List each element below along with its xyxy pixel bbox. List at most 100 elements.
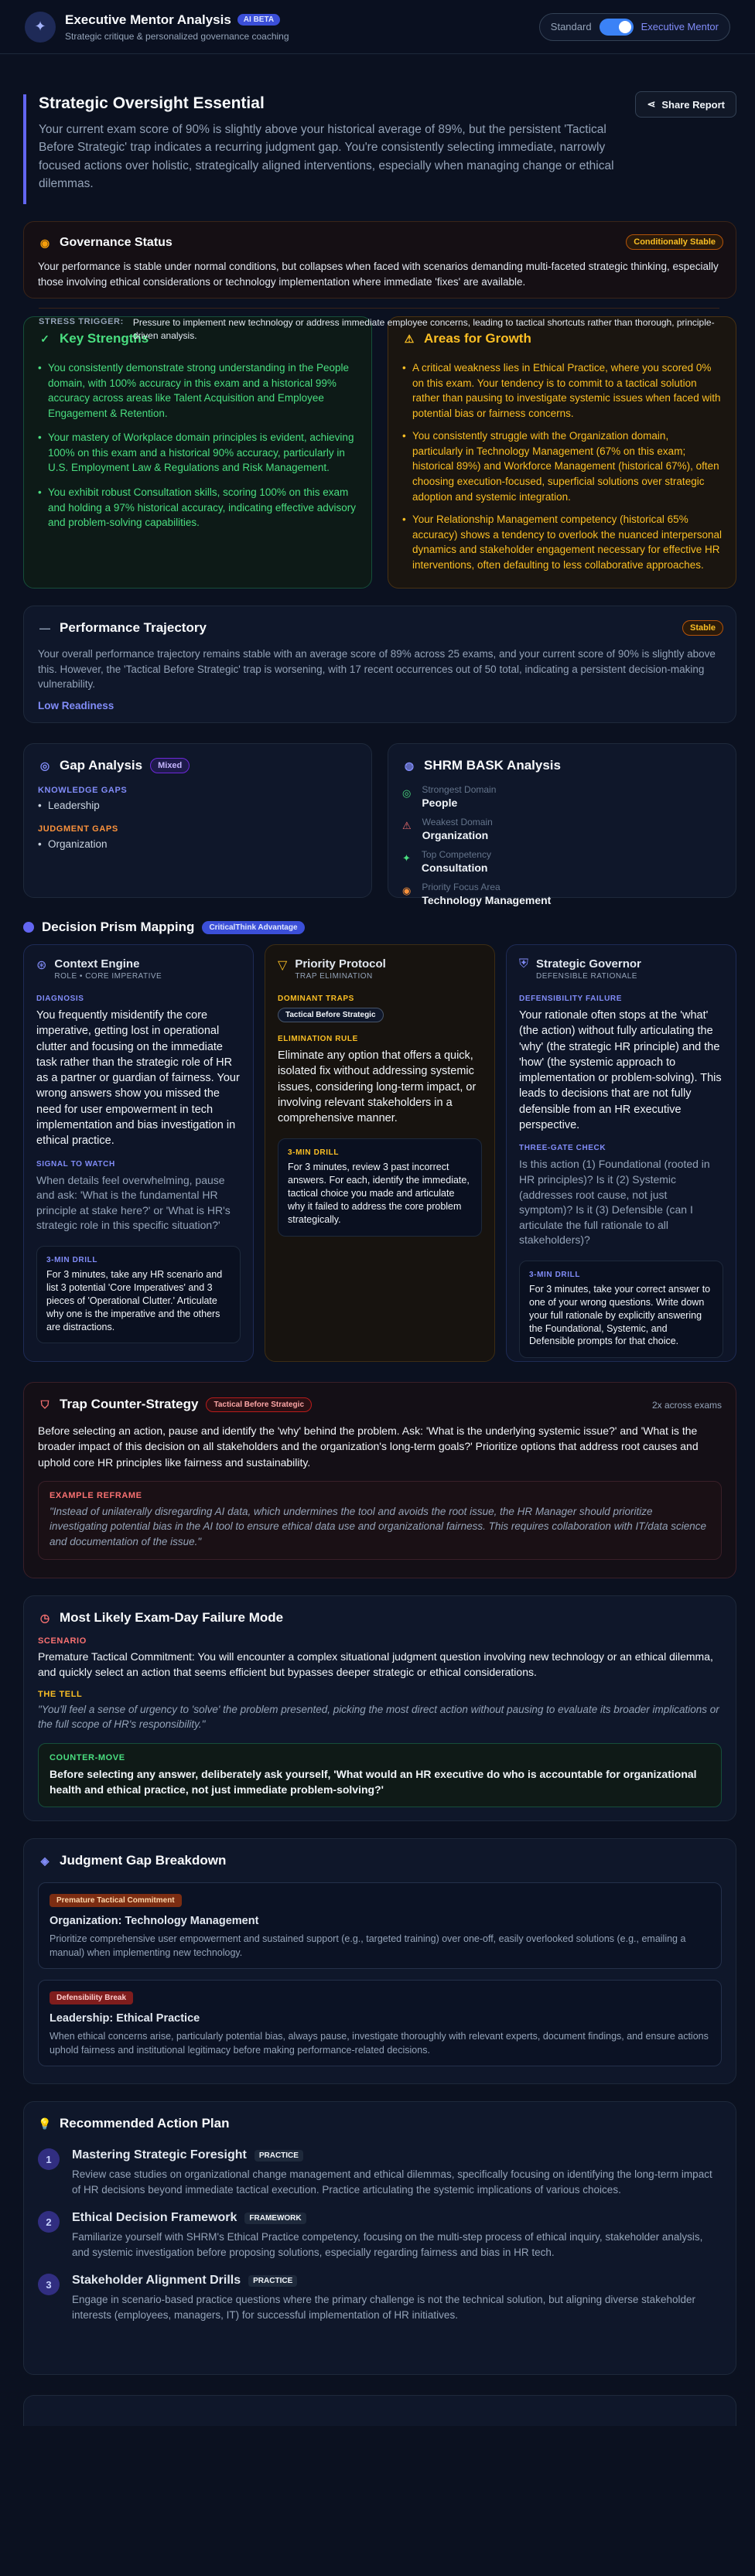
strongest-icon: ◎: [402, 787, 412, 799]
list-item: You consistently demonstrate strong unde…: [38, 360, 357, 421]
shield-icon: ◉: [39, 236, 50, 249]
trap-badge: Tactical Before Strategic: [206, 1397, 313, 1412]
signal-text: When details feel overwhelming, pause an…: [36, 1173, 231, 1232]
three-gate-label: THREE-GATE CHECK: [519, 1144, 606, 1153]
knowledge-gaps-label: KNOWLEDGE GAPS: [38, 786, 128, 795]
shield-icon: ⛨: [519, 957, 529, 971]
filter-icon: ▽: [278, 959, 288, 972]
governance-title: Governance Status: [60, 236, 173, 249]
trap-count: 2x across exams: [651, 1400, 722, 1411]
dominant-traps-label: DOMINANT TRAPS: [278, 995, 354, 1003]
plan-tag: FRAMEWORK: [244, 2212, 306, 2224]
beta-badge: AI BETA: [237, 14, 281, 26]
share-report-button[interactable]: ⋖ Share Report: [635, 91, 736, 118]
strategic-governor-card: ⛨ Strategic Governor DEFENSIBLE RATIONAL…: [506, 944, 736, 1362]
priority-title: Priority Protocol: [295, 957, 386, 971]
trap-chip: Tactical Before Strategic: [278, 1008, 384, 1022]
diagnosis-label: DIAGNOSIS: [36, 995, 84, 1003]
breakdown-item-title: Leadership: Ethical Practice: [50, 2012, 200, 2025]
reframe-text: "Instead of unilaterally disregarding AI…: [50, 1505, 706, 1548]
prism-badge: CriticalThink Advantage: [202, 920, 305, 934]
growth-list: A critical weakness lies in Ethical Prac…: [402, 360, 722, 572]
trajectory-body: Your overall performance trajectory rema…: [38, 648, 716, 691]
areas-for-growth-card: ⚠ Areas for Growth A critical weakness l…: [388, 316, 736, 589]
mode-toggle[interactable]: Standard Executive Mentor: [538, 12, 730, 41]
tell-label: THE TELL: [38, 1689, 83, 1699]
drill-label: 3-MIN DRILL: [288, 1148, 340, 1158]
performance-trajectory-card: — Performance Trajectory Stable Your ove…: [23, 606, 736, 723]
sparkle-icon: ✦: [25, 11, 56, 43]
compass-icon: ⊛: [36, 959, 47, 972]
bask-value: Consultation: [421, 862, 488, 874]
defensibility-label: DEFENSIBILITY FAILURE: [519, 995, 622, 1003]
toggle-standard-label: Standard: [550, 21, 592, 32]
bask-title: SHRM BASK Analysis: [424, 758, 561, 773]
drill-text: For 3 minutes, take your correct answer …: [529, 1283, 711, 1347]
hero-body: Your current exam score of 90% is slight…: [39, 123, 614, 190]
gap-badge: Mixed: [150, 758, 190, 773]
plan-number: 1: [38, 2148, 60, 2170]
weakest-icon: ⚠: [402, 820, 412, 831]
bask-label: Top Competency: [421, 849, 491, 860]
breakdown-chip: Defensibility Break: [50, 1991, 134, 2005]
bask-value: People: [422, 797, 458, 809]
plan-item-title: Stakeholder Alignment Drills: [72, 2274, 241, 2288]
app-title: Executive Mentor Analysis: [65, 12, 231, 27]
failure-mode-card: ◷ Most Likely Exam-Day Failure Mode SCEN…: [23, 1595, 736, 1821]
priority-drill: 3-MIN DRILL For 3 minutes, review 3 past…: [278, 1138, 482, 1237]
shield-alert-icon: ⛉: [40, 1397, 50, 1411]
low-readiness-link[interactable]: Low Readiness: [38, 700, 722, 711]
governor-subtitle: DEFENSIBLE RATIONALE: [536, 972, 637, 981]
focus-icon: ◉: [402, 885, 412, 896]
trap-body: Before selecting an action, pause and id…: [38, 1424, 699, 1469]
prism-header: Decision Prism Mapping CriticalThink Adv…: [23, 920, 736, 935]
plan-tag: PRACTICE: [248, 2274, 298, 2287]
key-strengths-card: ✓ Key Strengths You consistently demonst…: [23, 316, 372, 589]
gap-title: Gap Analysis: [60, 758, 143, 773]
hero-title: Strategic Oversight Essential: [39, 94, 265, 112]
bask-label: Priority Focus Area: [422, 882, 500, 892]
drill-label: 3-MIN DRILL: [46, 1256, 98, 1265]
plan-title: Recommended Action Plan: [60, 2116, 230, 2131]
plan-item-title: Mastering Strategic Foresight: [72, 2148, 247, 2161]
breakdown-item-body: When ethical concerns arise, particularl…: [50, 2031, 709, 2056]
governor-drill: 3-MIN DRILL For 3 minutes, take your cor…: [519, 1260, 723, 1359]
stress-trigger-text: Pressure to implement new technology or …: [132, 317, 715, 341]
context-drill: 3-MIN DRILL For 3 minutes, take any HR s…: [36, 1246, 241, 1344]
breakdown-item-title: Organization: Technology Management: [50, 1915, 259, 1927]
stress-trigger-row: STRESS TRIGGER: Pressure to implement ne…: [39, 308, 719, 343]
trend-line-icon: —: [39, 622, 50, 634]
diagnosis-text: You frequently misidentify the core impe…: [36, 1009, 240, 1148]
elimination-rule-label: ELIMINATION RULE: [278, 1035, 358, 1043]
mode-switch[interactable]: [599, 18, 634, 36]
app-subtitle: Strategic critique & personalized govern…: [65, 30, 289, 42]
bask-value: Organization: [422, 829, 489, 841]
prism-icon: [23, 922, 34, 933]
drill-label: 3-MIN DRILL: [529, 1270, 581, 1279]
breakdown-chip: Premature Tactical Commitment: [50, 1894, 182, 1907]
list-item: A critical weakness lies in Ethical Prac…: [402, 360, 722, 421]
trajectory-badge: Stable: [682, 620, 723, 636]
context-title: Context Engine: [54, 957, 140, 971]
bask-value: Technology Management: [422, 894, 552, 906]
context-engine-card: ⊛ Context Engine ROLE • CORE IMPERATIVE …: [23, 944, 254, 1362]
plan-item: 2 Ethical Decision Framework FRAMEWORK Fa…: [38, 2211, 722, 2260]
clock-alert-icon: ◷: [39, 1611, 50, 1624]
plan-item-body: Review case studies on organizational ch…: [72, 2168, 712, 2196]
layers-icon: ◍: [404, 759, 415, 772]
list-item: Your mastery of Workplace domain princip…: [38, 430, 357, 476]
bask-row: ◉ Priority Focus Area Technology Manageme…: [402, 882, 722, 906]
judgment-gap-breakdown-card: ◈ Judgment Gap Breakdown Premature Tacti…: [23, 1838, 736, 2084]
plan-item: 1 Mastering Strategic Foresight PRACTICE …: [38, 2148, 722, 2197]
breakdown-item-body: Prioritize comprehensive user empowermen…: [50, 1933, 686, 1959]
list-item: Organization: [38, 837, 357, 852]
governance-card: ◉ Governance Status Conditionally Stable…: [23, 221, 736, 299]
list-item: Your Relationship Management competency …: [402, 512, 722, 572]
list-item: You exhibit robust Consultation skills, …: [38, 485, 357, 531]
stress-trigger-label: STRESS TRIGGER:: [39, 317, 124, 326]
bask-row: ✦ Top Competency Consultation: [402, 849, 722, 874]
failure-title: Most Likely Exam-Day Failure Mode: [60, 1610, 284, 1625]
next-card-edge: [23, 2395, 736, 2426]
trajectory-title: Performance Trajectory: [60, 620, 207, 635]
action-plan-card: 💡 Recommended Action Plan 1 Mastering St…: [23, 2101, 736, 2375]
